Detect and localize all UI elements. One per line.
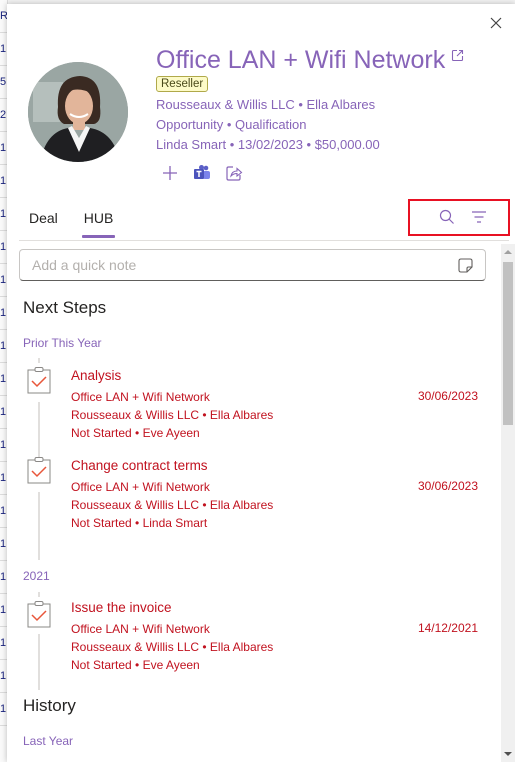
deal-card-panel: Office LAN + Wifi Network Reseller Rouss… xyxy=(7,4,515,762)
background-list-row: 2 xyxy=(0,99,7,132)
tab-divider xyxy=(19,240,509,241)
background-list-row: 1 xyxy=(0,495,7,528)
background-list-row: 1 xyxy=(0,363,7,396)
search-icon[interactable] xyxy=(439,209,455,225)
task-clipboard-icon xyxy=(27,600,51,628)
account-line[interactable]: Rousseaux & Willis LLC • Ella Albares xyxy=(156,97,375,112)
background-list-row: 1 xyxy=(0,297,7,330)
filter-icon[interactable] xyxy=(471,210,487,224)
background-list-row: 1 xyxy=(0,660,7,693)
task-clipboard-icon xyxy=(27,456,51,484)
background-list-row: 1 xyxy=(0,231,7,264)
task-account: Rousseaux & Willis LLC • Ella Albares xyxy=(71,408,274,422)
owner-line: Linda Smart • 13/02/2023 • $50,000.00 xyxy=(156,137,380,152)
background-list-row: 1 xyxy=(0,198,7,231)
task-account: Rousseaux & Willis LLC • Ella Albares xyxy=(71,640,274,654)
open-external-icon[interactable] xyxy=(451,40,464,62)
background-list-row: 1 xyxy=(0,528,7,561)
history-heading: History xyxy=(23,696,76,715)
quick-note-input[interactable] xyxy=(32,257,432,273)
task-status: Not Started • Eve Ayeen xyxy=(71,426,200,440)
background-list-row: 1 xyxy=(0,462,7,495)
type-line: Opportunity • Qualification xyxy=(156,117,307,132)
task-status: Not Started • Linda Smart xyxy=(71,516,208,530)
sticky-note-icon[interactable] xyxy=(458,258,473,273)
task-clipboard-icon xyxy=(27,366,51,394)
plus-icon[interactable] xyxy=(161,164,179,182)
timeline-line xyxy=(38,634,40,690)
background-list-row: 1 xyxy=(0,132,7,165)
background-list-row: 5 xyxy=(0,66,7,99)
background-list-row: 1 xyxy=(0,165,7,198)
task-title[interactable]: Issue the invoice xyxy=(71,600,486,620)
scroll-down-arrow[interactable] xyxy=(504,752,512,756)
tab-deal[interactable]: Deal xyxy=(23,208,64,236)
background-list-row: 1 xyxy=(0,627,7,660)
deal-title-text: Office LAN + Wifi Network xyxy=(156,46,446,74)
task-due-date: 30/06/2023 xyxy=(417,479,478,493)
task-account: Rousseaux & Willis LLC • Ella Albares xyxy=(71,498,274,512)
task-due-date: 30/06/2023 xyxy=(417,389,478,403)
timeline-line xyxy=(38,492,40,560)
task-item[interactable]: Change contract terms Office LAN + Wifi … xyxy=(71,458,486,532)
next-steps-heading: Next Steps xyxy=(23,298,107,317)
timeline-line xyxy=(38,402,40,458)
hub-content: Next Steps Prior This Year Analysis Offi… xyxy=(19,244,515,762)
type-badge: Reseller xyxy=(156,76,209,92)
background-list-row: 1 xyxy=(0,264,7,297)
avatar xyxy=(28,62,128,162)
task-item[interactable]: Issue the invoice Office LAN + Wifi Netw… xyxy=(71,600,486,674)
background-list-row: 1 xyxy=(0,429,7,462)
tab-bar: Deal HUB xyxy=(23,208,133,238)
background-list-row: R xyxy=(0,0,7,33)
task-title[interactable]: Analysis xyxy=(71,368,486,388)
task-due-date: 14/12/2021 xyxy=(417,621,478,635)
group-label-last-year[interactable]: Last Year xyxy=(23,734,73,748)
scrollbar[interactable] xyxy=(501,244,515,762)
task-item[interactable]: Analysis Office LAN + Wifi Network 30/06… xyxy=(71,368,486,442)
background-list-row: 1 xyxy=(0,693,7,726)
teams-icon[interactable] xyxy=(193,164,211,182)
background-list-row: 1 xyxy=(0,561,7,594)
quick-note-field[interactable] xyxy=(19,249,486,281)
task-title[interactable]: Change contract terms xyxy=(71,458,486,478)
group-label-prior-this-year[interactable]: Prior This Year xyxy=(23,336,102,350)
timeline-line xyxy=(38,592,40,597)
deal-title[interactable]: Office LAN + Wifi Network xyxy=(156,40,464,75)
tab-hub[interactable]: HUB xyxy=(78,208,120,238)
action-bar xyxy=(161,164,243,182)
background-list-row: 1 xyxy=(0,396,7,429)
scroll-up-arrow[interactable] xyxy=(504,250,512,254)
background-list-row: 1 xyxy=(0,33,7,66)
close-icon[interactable] xyxy=(489,16,503,30)
share-icon[interactable] xyxy=(225,164,243,182)
scrollbar-thumb[interactable] xyxy=(503,262,513,425)
task-status: Not Started • Eve Ayeen xyxy=(71,658,200,672)
group-label-2021[interactable]: 2021 xyxy=(23,569,50,583)
background-list-row: 1 xyxy=(0,330,7,363)
highlight-box xyxy=(408,199,510,236)
timeline-line xyxy=(38,358,40,363)
background-list-row: 1 xyxy=(0,594,7,627)
